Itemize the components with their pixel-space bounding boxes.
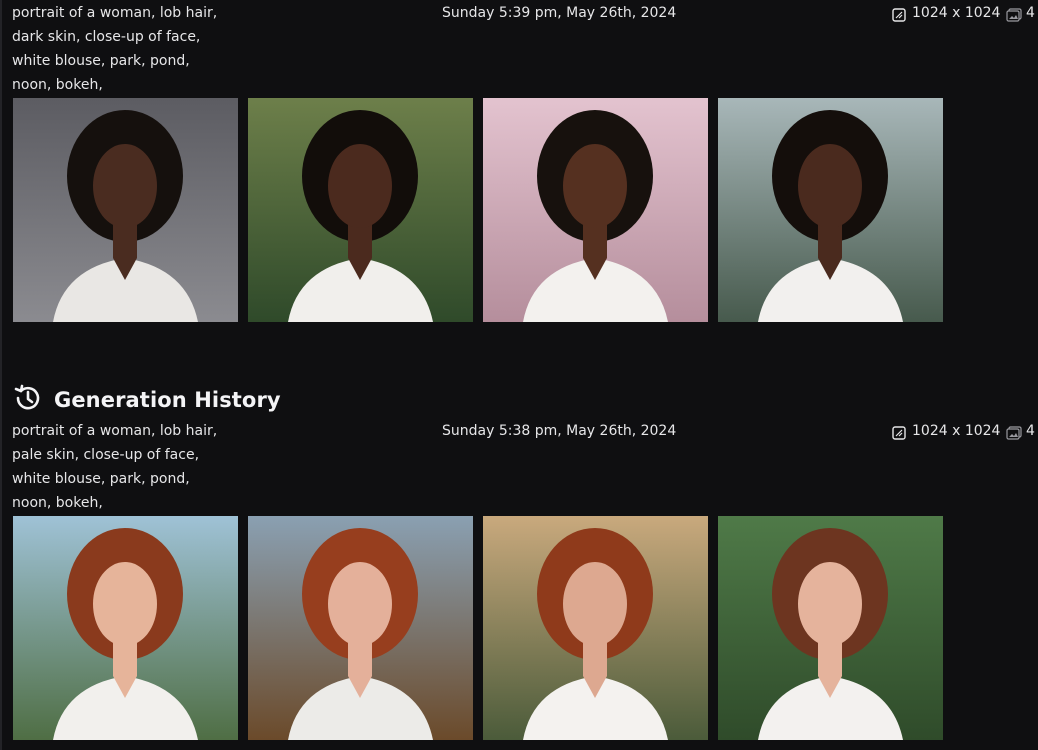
generation-history-header: Generation History: [12, 384, 281, 416]
image-count: 4: [1006, 1, 1035, 25]
image-grid: [0, 96, 1038, 322]
generation-meta: portrait of a woman, lob hair, pale skin…: [0, 418, 1038, 514]
generated-image-1-2[interactable]: [248, 98, 473, 322]
prompt-text: portrait of a woman, lob hair, dark skin…: [12, 5, 218, 93]
generated-image-2-1[interactable]: [13, 516, 238, 740]
generation-entry: portrait of a woman, lob hair, pale skin…: [0, 418, 1038, 740]
image-count-label: 4: [1026, 423, 1035, 439]
timestamp: Sunday 5:38 pm, May 26th, 2024: [442, 423, 677, 439]
generation-entry: portrait of a woman, lob hair, dark skin…: [0, 0, 1038, 322]
generated-image-1-4[interactable]: [718, 98, 943, 322]
image-size-icon: [892, 6, 906, 22]
generated-image-2-3[interactable]: [483, 516, 708, 740]
dimensions: 1024 x 1024: [892, 1, 1000, 25]
dimensions-label: 1024 x 1024: [912, 5, 1001, 21]
timestamp: Sunday 5:39 pm, May 26th, 2024: [442, 5, 677, 21]
generated-image-2-4[interactable]: [718, 516, 943, 740]
image-size-icon: [892, 424, 906, 440]
dimensions-label: 1024 x 1024: [912, 423, 1001, 439]
history-icon: [12, 382, 44, 418]
generation-history-page: portrait of a woman, lob hair, dark skin…: [0, 0, 1038, 750]
generated-image-2-2[interactable]: [248, 516, 473, 740]
images-icon: [1006, 6, 1022, 22]
dimensions: 1024 x 1024: [892, 419, 1000, 443]
generated-image-1-1[interactable]: [13, 98, 238, 322]
prompt-text: portrait of a woman, lob hair, pale skin…: [12, 423, 218, 511]
image-count-label: 4: [1026, 5, 1035, 21]
image-grid: [0, 514, 1038, 740]
image-count: 4: [1006, 419, 1035, 443]
history-title: Generation History: [54, 388, 281, 412]
images-icon: [1006, 424, 1022, 440]
generated-image-1-3[interactable]: [483, 98, 708, 322]
generation-meta: portrait of a woman, lob hair, dark skin…: [0, 0, 1038, 96]
